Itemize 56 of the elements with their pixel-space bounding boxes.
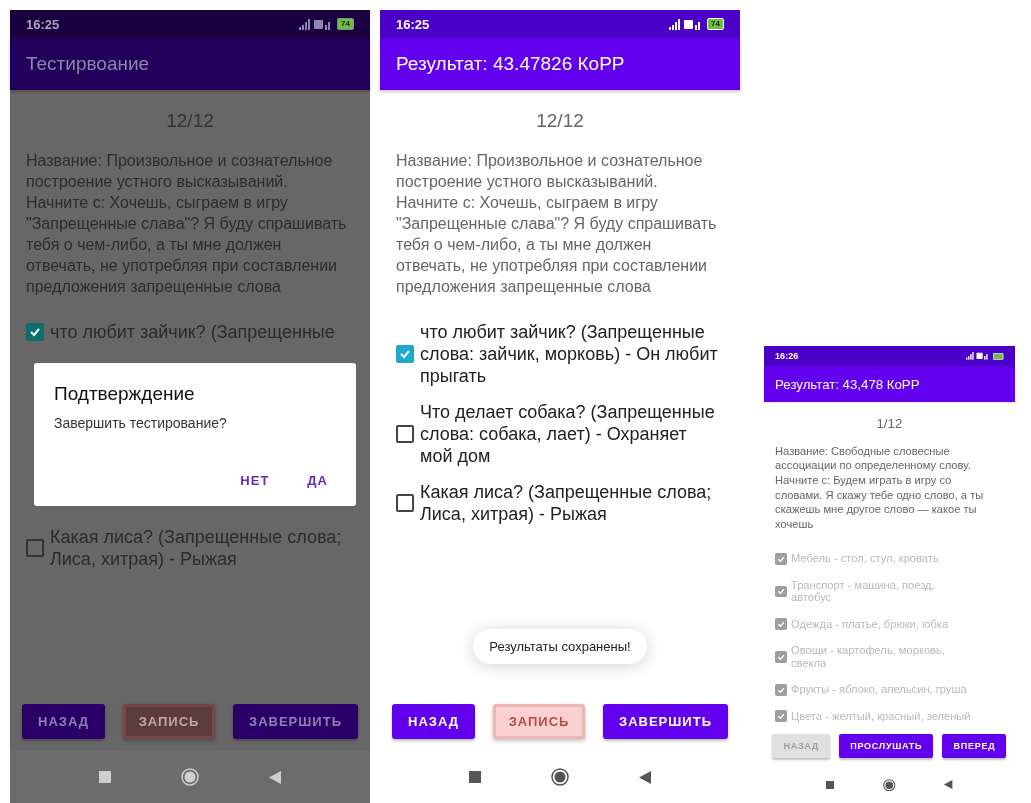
checkbox[interactable] — [396, 425, 414, 443]
status-time: 16:25 — [396, 16, 430, 32]
answer-text: что любит зайчик? (Запрещенные — [50, 321, 335, 343]
home-nav-icon[interactable] — [883, 778, 896, 792]
checkbox[interactable] — [26, 539, 44, 557]
answer-text: Транспорт - машина, поезд, автобус — [791, 578, 936, 604]
answer-text: Цвета - желтый, красный, зеленый — [791, 709, 971, 723]
battery-icon — [992, 352, 1004, 360]
app-title: Результат: 43,478 КоРР — [775, 376, 920, 392]
home-nav-icon[interactable] — [551, 768, 569, 786]
question-counter: 12/12 — [535, 110, 585, 132]
check-icon — [776, 554, 786, 563]
check-icon — [776, 685, 786, 694]
toast-message: Результаты сохранены! — [473, 629, 647, 664]
task-description: Название: Свободные словесные ассоциации по определенному слову. Начните с: Будем играть в игру со словами. Я скажу тебе одно слово, а ты скажешь мне другое слово — какое ты хочешь — [775, 443, 985, 532]
status-time: 16:25 — [26, 16, 60, 32]
answer-text: Овощи - картофель, морковь, свекла — [791, 644, 946, 670]
back-nav-icon[interactable] — [944, 780, 953, 790]
square-nav-icon[interactable] — [826, 780, 835, 790]
dialog-message: Завершить тестирование? — [54, 415, 228, 431]
app-title: Тестирвоание — [26, 53, 150, 75]
signal-icon — [966, 352, 990, 361]
checkbox[interactable] — [396, 494, 414, 512]
question-counter: 1/12 — [875, 416, 904, 432]
checked-checkbox[interactable] — [26, 323, 44, 341]
action-button[interactable]: НАЗАД — [22, 704, 106, 739]
answer-text: Какая лиса? (Запрещенные слова; Лиса, хитрая) - Рыжая — [420, 481, 713, 525]
answer-text: Одежда - платье, брюки, юбка — [791, 617, 949, 631]
action-button[interactable]: ВПЕРЕД — [942, 734, 1007, 759]
task-description: Название: Произвольное и сознательное построение устного высказываний. Начните с: Хочешь, сыграем в игру "Запрещенные слава"? Я буду спрашивать тебя о чем-либо, а ты мне должен отвечать, не употребляя при составлении предложения запрещенные слова — [396, 151, 718, 297]
check-icon — [776, 587, 786, 596]
check-icon — [776, 652, 786, 662]
action-button[interactable]: ЗАВЕРШИТЬ — [233, 704, 358, 739]
dialog-title: Подтверждение — [54, 383, 196, 405]
task-description: Название: Произвольное и сознательное построение устного высказываний. Начните с: Хочешь, сыграем в игру "Запрещенные слава"? Я буду спрашивать тебя о чем-либо, а ты мне должен отвечать, не употребляя при составлении предложения запрещенные слова — [26, 151, 348, 297]
answer-text: что любит зайчик? (Запрещенные слова: зайчик, морковь) - Он любит прыгать — [420, 321, 719, 387]
answer-text: Мебель - стол, стул, кровать — [791, 552, 939, 565]
check-icon — [29, 326, 41, 338]
check-icon — [776, 620, 786, 629]
battery-level: 74 — [337, 18, 354, 30]
dialog-button[interactable]: НЕТ — [236, 469, 274, 492]
action-button[interactable]: НАЗАД — [392, 704, 476, 739]
check-icon — [399, 348, 411, 360]
answer-text: Что делает собака? (Запрещенные слова: собака, лает) - Охраняет мой дом — [420, 401, 716, 467]
back-nav-icon[interactable] — [269, 770, 281, 784]
app-title: Результат: 43.47826 КоРР — [396, 53, 625, 75]
answer-text: Какая лиса? (Запрещенные слова; Лиса, хитрая) - Рыжая — [50, 526, 343, 570]
dialog-button[interactable]: ДА — [303, 469, 332, 492]
back-nav-icon[interactable] — [639, 770, 651, 784]
check-icon — [776, 712, 786, 721]
action-button[interactable]: ЗАВЕРШИТЬ — [603, 704, 728, 739]
action-button[interactable]: ПРОСЛУШАТЬ — [839, 734, 934, 759]
answer-text: Фрукты - яблоко, апельсин, груша — [791, 683, 967, 696]
battery-level: 74 — [707, 18, 724, 30]
checked-checkbox[interactable] — [396, 345, 414, 363]
status-time: 16:26 — [775, 351, 799, 362]
